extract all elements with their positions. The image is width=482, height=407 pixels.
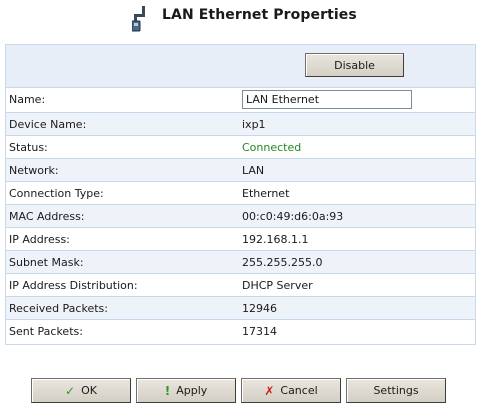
exclamation-icon: ! (164, 383, 171, 398)
table-row: Device Name: ixp1 (6, 112, 475, 135)
ip-distribution-value: DHCP Server (242, 279, 313, 292)
table-row: Network: LAN (6, 158, 475, 181)
network-value: LAN (242, 164, 265, 177)
subnet-mask-label: Subnet Mask: (9, 256, 84, 269)
mac-address-value: 00:c0:49:d6:0a:93 (242, 210, 344, 223)
table-row: IP Address: 192.168.1.1 (6, 227, 475, 250)
ok-button[interactable]: ✓ OK (31, 378, 131, 403)
sent-packets-label: Sent Packets: (9, 325, 83, 338)
subnet-mask-value: 255.255.255.0 (242, 256, 323, 269)
ip-distribution-label: IP Address Distribution: (9, 279, 138, 292)
cancel-button[interactable]: ✗ Cancel (241, 378, 341, 403)
sent-packets-value: 17314 (242, 325, 277, 338)
apply-button[interactable]: ! Apply (136, 378, 236, 403)
ok-button-label: OK (81, 384, 97, 397)
name-input[interactable] (242, 90, 412, 109)
disable-button[interactable]: Disable (305, 53, 404, 77)
table-row: Subnet Mask: 255.255.255.0 (6, 250, 475, 273)
device-name-label: Device Name: (9, 118, 87, 131)
ip-address-value: 192.168.1.1 (242, 233, 309, 246)
panel-toolbar: Disable (6, 45, 475, 87)
status-value: Connected (242, 141, 302, 154)
network-cable-icon (132, 6, 145, 32)
mac-address-label: MAC Address: (9, 210, 85, 223)
device-name-value: ixp1 (242, 118, 266, 131)
table-row: Sent Packets: 17314 (6, 319, 475, 342)
network-label: Network: (9, 164, 59, 177)
settings-button[interactable]: Settings (346, 378, 446, 403)
connection-type-value: Ethernet (242, 187, 290, 200)
table-row: Status: Connected (6, 135, 475, 158)
table-row: Connection Type: Ethernet (6, 181, 475, 204)
connection-type-label: Connection Type: (9, 187, 104, 200)
table-row: IP Address Distribution: DHCP Server (6, 273, 475, 296)
status-label: Status: (9, 141, 48, 154)
properties-table: Name: Device Name: ixp1 Status: Connecte… (6, 87, 475, 342)
page-title: LAN Ethernet Properties (162, 7, 357, 23)
apply-button-label: Apply (176, 384, 208, 397)
name-label: Name: (9, 93, 46, 106)
ip-address-label: IP Address: (9, 233, 70, 246)
received-packets-value: 12946 (242, 302, 277, 315)
action-bar: ✓ OK ! Apply ✗ Cancel Settings (0, 378, 482, 404)
x-icon: ✗ (264, 383, 275, 398)
checkmark-icon: ✓ (65, 383, 76, 398)
table-row: Received Packets: 12946 (6, 296, 475, 319)
name-row: Name: (6, 87, 475, 112)
page-header: LAN Ethernet Properties (0, 4, 482, 32)
cancel-button-label: Cancel (280, 384, 318, 397)
received-packets-label: Received Packets: (9, 302, 108, 315)
properties-panel: Disable Name: Device Name: ixp1 Status: … (5, 44, 476, 345)
table-row: MAC Address: 00:c0:49:d6:0a:93 (6, 204, 475, 227)
